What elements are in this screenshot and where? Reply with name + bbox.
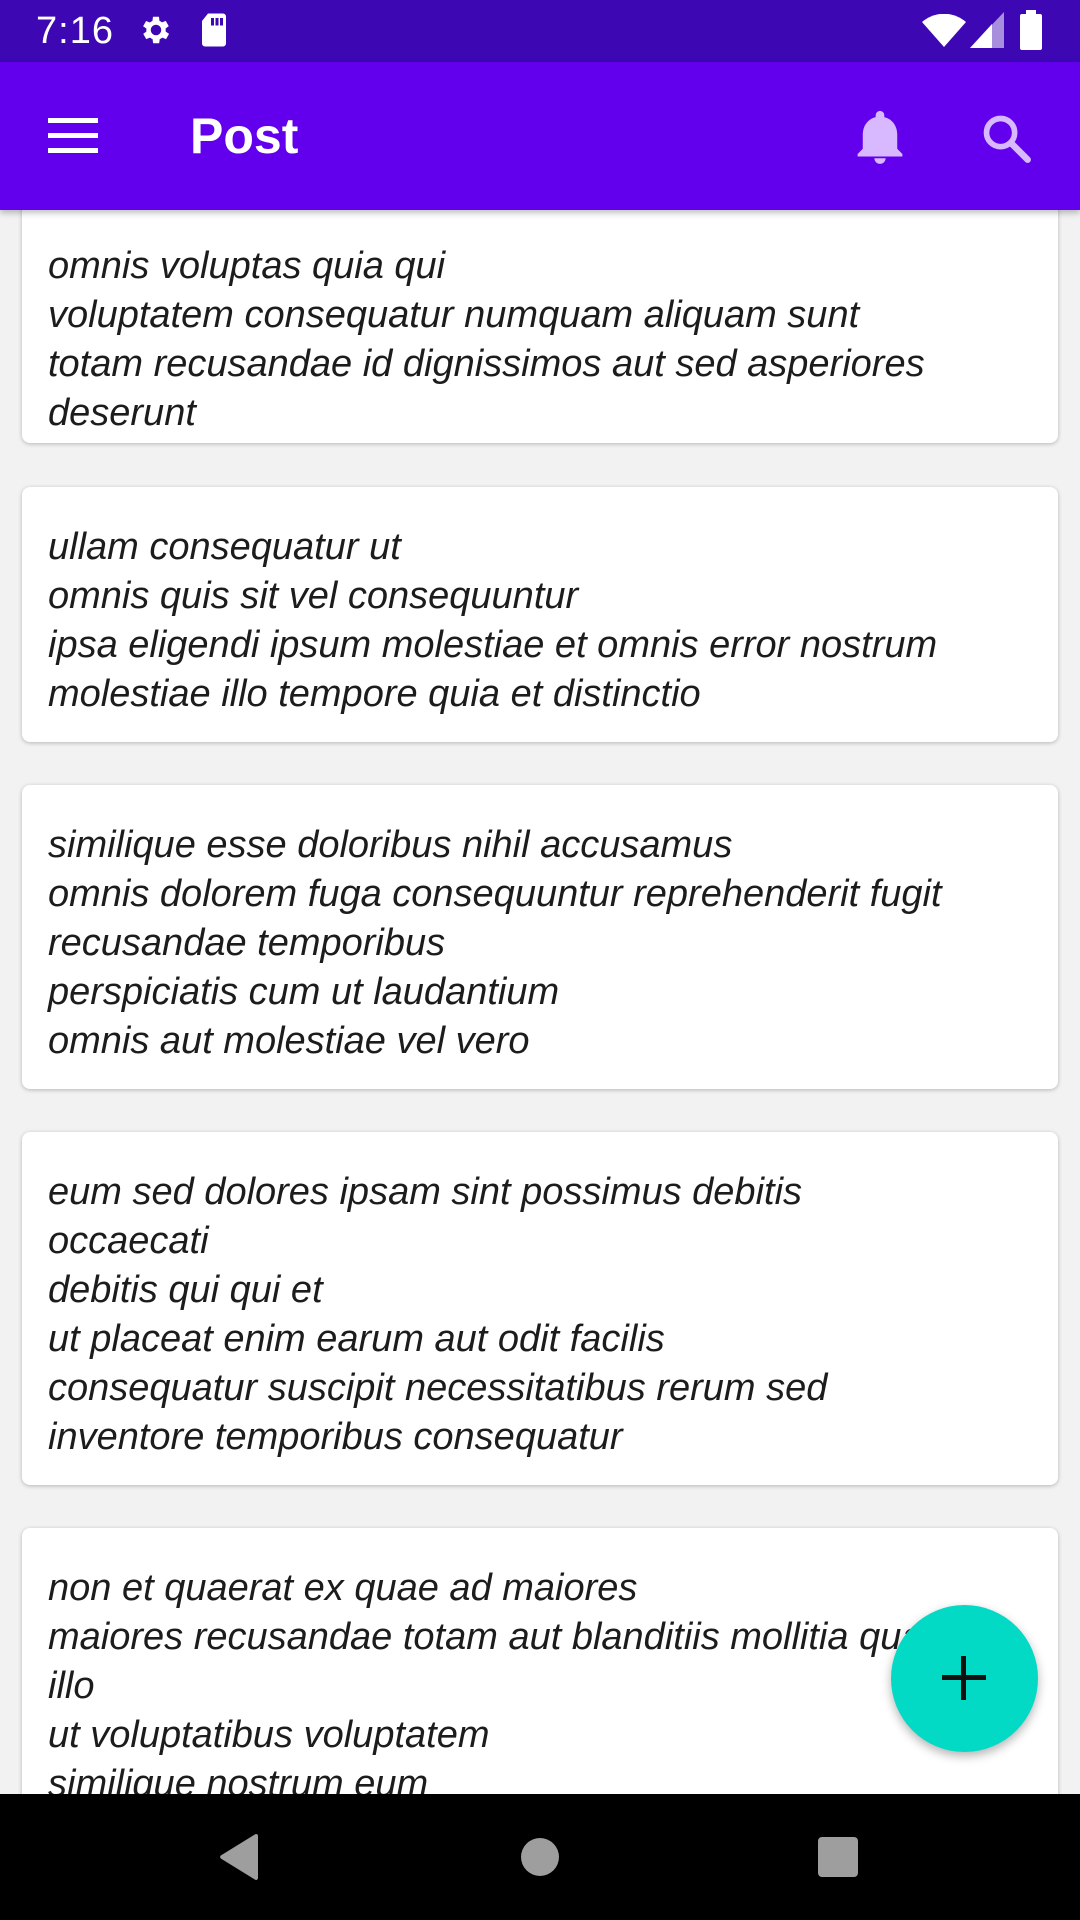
settings-icon [138, 12, 174, 53]
cell-signal-icon [970, 12, 1004, 53]
home-button[interactable] [505, 1824, 575, 1890]
navigation-bar [0, 1794, 1080, 1920]
page-title: Post [190, 108, 299, 164]
search-button[interactable] [966, 102, 1046, 174]
app-bar: Post [0, 62, 1080, 210]
menu-button[interactable] [30, 106, 120, 166]
wifi-icon [922, 13, 966, 53]
post-body: ullam consequatur ut omnis quis sit vel … [48, 526, 938, 715]
back-button[interactable] [202, 1824, 272, 1890]
post-body: omnis voluptas quia qui voluptatem conse… [48, 245, 925, 434]
notifications-button[interactable] [840, 102, 920, 174]
status-bar: 7:16 [0, 0, 1080, 62]
add-post-button[interactable] [891, 1605, 1038, 1752]
recents-button[interactable] [803, 1824, 873, 1890]
battery-icon [1020, 10, 1042, 55]
sd-card-icon [198, 12, 230, 53]
post-card[interactable]: ullam consequatur ut omnis quis sit vel … [22, 487, 1058, 742]
status-time: 7:16 [36, 10, 114, 52]
post-card[interactable]: omnis voluptas quia qui voluptatem conse… [22, 210, 1058, 443]
post-card[interactable]: similique esse doloribus nihil accusamus… [22, 785, 1058, 1089]
post-body: similique esse doloribus nihil accusamus… [48, 824, 942, 1062]
post-body: eum sed dolores ipsam sint possimus debi… [48, 1171, 828, 1458]
post-body: non et quaerat ex quae ad maiores maiore… [48, 1567, 942, 1794]
post-card[interactable]: eum sed dolores ipsam sint possimus debi… [22, 1132, 1058, 1485]
post-list[interactable]: omnis voluptas quia qui voluptatem conse… [0, 210, 1080, 1794]
